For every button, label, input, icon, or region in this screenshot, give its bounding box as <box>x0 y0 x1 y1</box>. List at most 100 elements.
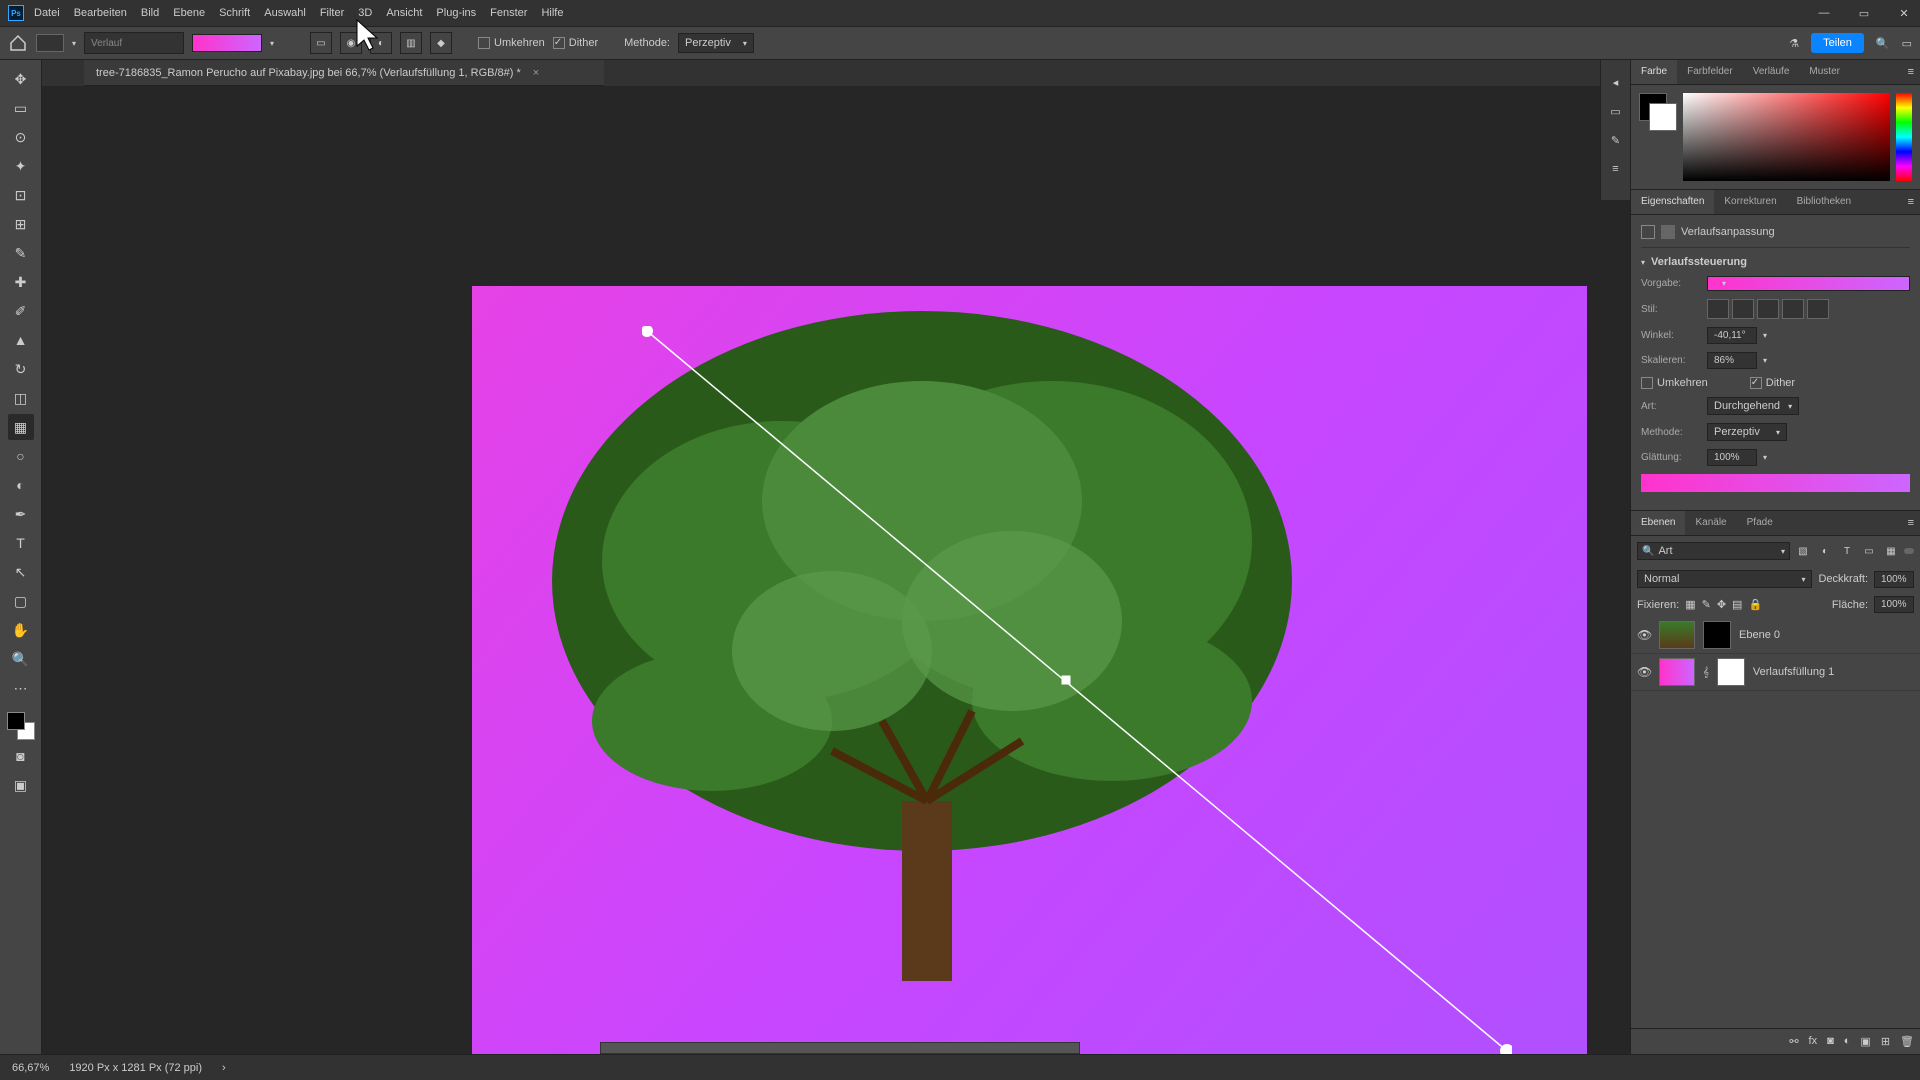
blend-mode-select[interactable]: Normal <box>1637 570 1812 588</box>
gradient-diamond-button[interactable]: ◆ <box>430 32 452 54</box>
panel-icon-3[interactable]: ≡ <box>1612 163 1618 175</box>
pen-tool[interactable]: ✒ <box>8 501 34 527</box>
adjustment-layer-icon[interactable]: ◐ <box>1844 1035 1851 1048</box>
layer-mask[interactable] <box>1717 658 1745 686</box>
gradient-picker[interactable] <box>192 34 262 52</box>
gradient-editor[interactable] <box>1641 474 1910 492</box>
lock-pos-icon[interactable]: ✥ <box>1717 598 1726 611</box>
quickmask-tool[interactable]: ◙ <box>8 743 34 769</box>
new-layer-icon[interactable]: ⊞ <box>1881 1035 1890 1048</box>
prop-dither-checkbox[interactable]: Dither <box>1750 377 1795 389</box>
doc-info[interactable]: 1920 Px x 1281 Px (72 ppi) <box>69 1062 202 1074</box>
lock-nest-icon[interactable]: ▤ <box>1732 598 1742 611</box>
lock-trans-icon[interactable]: ▦ <box>1685 598 1695 611</box>
prop-reverse-checkbox[interactable]: Umkehren <box>1641 377 1708 389</box>
tab-korrekturen[interactable]: Korrekturen <box>1714 190 1786 214</box>
screenmode-tool[interactable]: ▣ <box>8 772 34 798</box>
menu-bild[interactable]: Bild <box>141 7 159 19</box>
filter-toggle[interactable] <box>1904 548 1914 554</box>
zoom-tool[interactable]: 🔍 <box>8 646 34 672</box>
filter-smart-icon[interactable]: ▦ <box>1882 542 1900 560</box>
layer-name[interactable]: Ebene 0 <box>1739 629 1780 641</box>
layer-name[interactable]: Verlaufsfüllung 1 <box>1753 666 1834 678</box>
home-icon[interactable] <box>8 33 28 53</box>
document-tab[interactable]: tree-7186835_Ramon Perucho auf Pixabay.j… <box>84 60 604 86</box>
style-radial[interactable] <box>1732 299 1754 319</box>
gradient-reflected-button[interactable]: ▥ <box>400 32 422 54</box>
style-diamond[interactable] <box>1807 299 1829 319</box>
dither-checkbox[interactable]: Dither <box>553 37 598 49</box>
art-select[interactable]: Durchgehend <box>1707 397 1799 415</box>
healing-tool[interactable]: ✚ <box>8 269 34 295</box>
menu-ebene[interactable]: Ebene <box>173 7 205 19</box>
edit-toolbar[interactable]: ⋯ <box>8 675 34 701</box>
zoom-level[interactable]: 66,67% <box>12 1062 49 1074</box>
menu-auswahl[interactable]: Auswahl <box>264 7 306 19</box>
style-reflected[interactable] <box>1782 299 1804 319</box>
canvas-area[interactable] <box>42 86 1630 1054</box>
search-icon[interactable]: 🔍 <box>1876 37 1890 50</box>
wand-tool[interactable]: ✦ <box>8 153 34 179</box>
blur-tool[interactable]: ○ <box>8 443 34 469</box>
tab-verlaufe[interactable]: Verläufe <box>1743 60 1800 84</box>
filter-shape-icon[interactable]: ▭ <box>1860 542 1878 560</box>
layer-filter-select[interactable]: 🔍 Art ▾ <box>1637 542 1790 560</box>
visibility-icon[interactable]: 👁 <box>1637 628 1651 642</box>
workspace-icon[interactable]: ▭ <box>1902 37 1912 50</box>
minimize-button[interactable]: — <box>1816 7 1832 20</box>
menu-datei[interactable]: Datei <box>34 7 60 19</box>
tool-preset-picker[interactable] <box>36 34 64 52</box>
move-tool[interactable]: ✥ <box>8 66 34 92</box>
lasso-tool[interactable]: ⊙ <box>8 124 34 150</box>
menu-3d[interactable]: 3D <box>358 7 372 19</box>
tab-farbfelder[interactable]: Farbfelder <box>1677 60 1743 84</box>
canvas[interactable] <box>472 286 1587 1054</box>
close-tab-icon[interactable]: × <box>533 67 539 79</box>
path-tool[interactable]: ↖ <box>8 559 34 585</box>
share-button[interactable]: Teilen <box>1811 33 1864 53</box>
gradient-radial-button[interactable]: ◉ <box>340 32 362 54</box>
menu-ansicht[interactable]: Ansicht <box>386 7 422 19</box>
panel-menu-icon[interactable]: ≡ <box>1902 511 1920 535</box>
filter-image-icon[interactable]: ▧ <box>1794 542 1812 560</box>
brush-tool[interactable]: ✐ <box>8 298 34 324</box>
tab-pfade[interactable]: Pfade <box>1737 511 1783 535</box>
eyedropper-tool[interactable]: ✎ <box>8 240 34 266</box>
tab-ebenen[interactable]: Ebenen <box>1631 511 1685 535</box>
panel-menu-icon[interactable]: ≡ <box>1902 190 1920 214</box>
panel-icon-1[interactable]: ▭ <box>1610 105 1620 118</box>
horizontal-scrollbar[interactable] <box>600 1042 1080 1054</box>
stamp-tool[interactable]: ▲ <box>8 327 34 353</box>
delete-layer-icon[interactable]: 🗑 <box>1900 1035 1914 1048</box>
menu-filter[interactable]: Filter <box>320 7 344 19</box>
hand-tool[interactable]: ✋ <box>8 617 34 643</box>
dodge-tool[interactable]: ◐ <box>8 472 34 498</box>
frame-tool[interactable]: ⊞ <box>8 211 34 237</box>
gradient-linear-button[interactable]: ▭ <box>310 32 332 54</box>
gradient-name-input[interactable]: Verlauf <box>84 32 184 54</box>
collapse-icon[interactable]: ◂ <box>1613 76 1619 89</box>
menu-schrift[interactable]: Schrift <box>219 7 250 19</box>
panel-icon-2[interactable]: ✎ <box>1611 134 1620 147</box>
history-brush-tool[interactable]: ↻ <box>8 356 34 382</box>
menu-fenster[interactable]: Fenster <box>490 7 527 19</box>
bg-color[interactable] <box>1649 103 1677 131</box>
eraser-tool[interactable]: ◫ <box>8 385 34 411</box>
layer-row[interactable]: 👁 Ebene 0 <box>1631 617 1920 654</box>
menu-plugins[interactable]: Plug-ins <box>436 7 476 19</box>
group-icon[interactable]: ▣ <box>1860 1035 1870 1048</box>
lock-paint-icon[interactable]: ✎ <box>1702 598 1711 611</box>
opacity-input[interactable]: 100% <box>1874 571 1914 588</box>
lock-all-icon[interactable]: 🔒 <box>1748 598 1762 611</box>
smooth-input[interactable]: 100% <box>1707 449 1757 466</box>
type-tool[interactable]: T <box>8 530 34 556</box>
crop-tool[interactable]: ⊡ <box>8 182 34 208</box>
reverse-checkbox[interactable]: Umkehren <box>478 37 545 49</box>
preset-select[interactable] <box>1707 276 1910 291</box>
maximize-button[interactable]: ▭ <box>1856 7 1872 20</box>
layer-mask-icon[interactable]: ◙ <box>1827 1035 1834 1048</box>
layer-row[interactable]: 👁 𝄞 Verlaufsfüllung 1 <box>1631 654 1920 691</box>
layer-fx-icon[interactable]: fx <box>1809 1035 1818 1048</box>
filter-adjust-icon[interactable]: ◐ <box>1816 542 1834 560</box>
style-linear[interactable] <box>1707 299 1729 319</box>
